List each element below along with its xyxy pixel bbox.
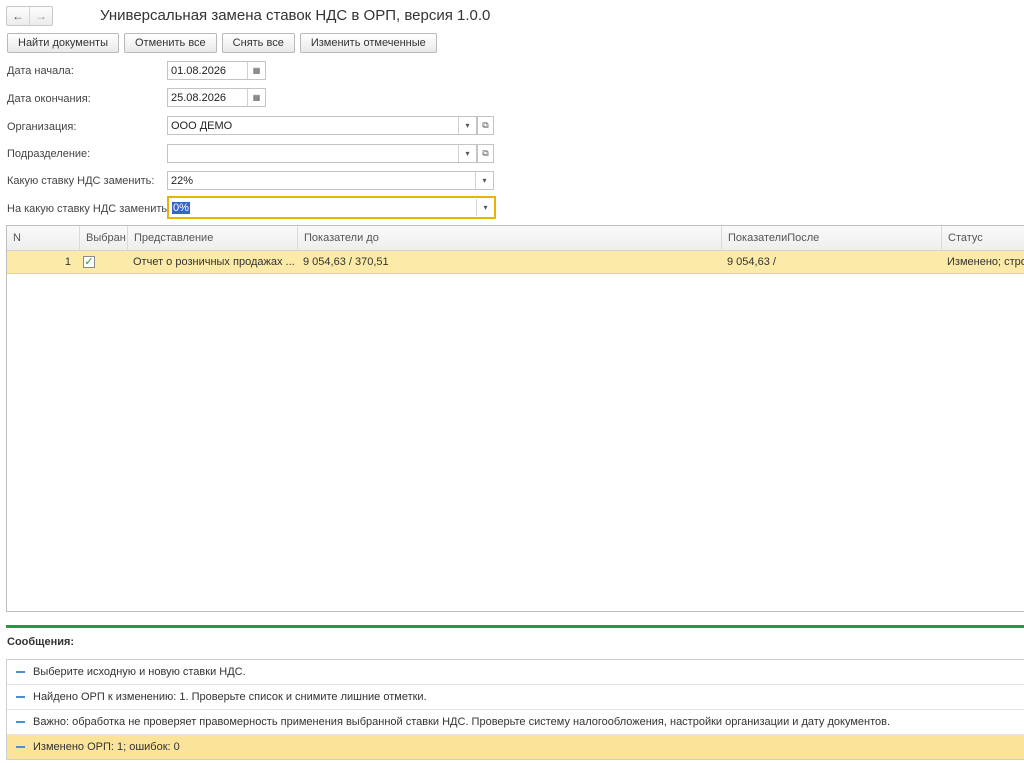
to-rate-select[interactable]: 0% ▾ bbox=[167, 196, 496, 219]
date-end-value: 25.08.2026 bbox=[171, 91, 227, 104]
dash-icon bbox=[16, 696, 25, 698]
dash-icon bbox=[16, 721, 25, 723]
column-header-status[interactable]: Статус bbox=[941, 226, 1024, 250]
from-rate-value: 22% bbox=[171, 174, 194, 187]
message-text: Важно: обработка не проверяет правомерно… bbox=[33, 716, 891, 728]
row-before: 9 054,63 / 370,51 bbox=[303, 256, 389, 268]
organization-label: Организация: bbox=[7, 121, 77, 133]
message-item[interactable]: Выберите исходную и новую ставки НДС. bbox=[7, 660, 1024, 685]
department-label: Подразделение: bbox=[7, 148, 91, 160]
dropdown-icon[interactable]: ▾ bbox=[458, 117, 476, 134]
column-header-selected[interactable]: Выбран bbox=[79, 226, 127, 250]
history-nav: ← → bbox=[6, 6, 53, 26]
date-start-label: Дата начала: bbox=[7, 65, 74, 77]
column-header-n[interactable]: N bbox=[7, 226, 79, 250]
dash-icon bbox=[16, 746, 25, 748]
message-item[interactable]: Найдено ОРП к изменению: 1. Проверьте сп… bbox=[7, 685, 1024, 710]
table-row[interactable]: 1 ✓ Отчет о розничных продажах ... 9 054… bbox=[7, 251, 1024, 274]
cancel-all-button[interactable]: Отменить все bbox=[124, 33, 217, 53]
messages-divider bbox=[6, 625, 1024, 628]
message-item[interactable]: Изменено ОРП: 1; ошибок: 0 bbox=[7, 735, 1024, 759]
table-header: N Выбран Представление Показатели до Пок… bbox=[7, 226, 1024, 251]
row-selected-cell: ✓ bbox=[79, 251, 127, 273]
row-after: 9 054,63 / bbox=[727, 256, 776, 268]
row-number: 1 bbox=[64, 256, 71, 268]
open-department-icon[interactable]: ⧉ bbox=[477, 144, 494, 163]
toolbar: Найти документы Отменить все Снять все И… bbox=[7, 33, 437, 53]
message-item[interactable]: Важно: обработка не проверяет правомерно… bbox=[7, 710, 1024, 735]
dropdown-icon[interactable]: ▾ bbox=[476, 199, 494, 216]
row-status: Изменено; строк bbox=[947, 256, 1024, 268]
checkmark-icon: ✓ bbox=[84, 255, 94, 268]
dash-icon bbox=[16, 671, 25, 673]
selected-checkbox[interactable]: ✓ bbox=[83, 256, 95, 268]
to-rate-value: 0% bbox=[172, 201, 190, 214]
calendar-icon[interactable]: ▦ bbox=[247, 62, 265, 79]
documents-table: N Выбран Представление Показатели до Пок… bbox=[6, 225, 1024, 612]
column-header-after[interactable]: ПоказателиПосле bbox=[721, 226, 941, 250]
messages-list: Выберите исходную и новую ставки НДС. На… bbox=[6, 659, 1024, 760]
date-start-field[interactable]: 01.08.2026 ▦ bbox=[167, 61, 266, 80]
dropdown-icon[interactable]: ▾ bbox=[475, 172, 493, 189]
back-button[interactable]: ← bbox=[7, 7, 29, 25]
column-header-view[interactable]: Представление bbox=[127, 226, 297, 250]
open-organization-icon[interactable]: ⧉ bbox=[477, 116, 494, 135]
from-rate-label: Какую ставку НДС заменить: bbox=[7, 175, 155, 187]
row-view: Отчет о розничных продажах ... bbox=[133, 256, 295, 268]
messages-title: Сообщения: bbox=[7, 636, 75, 648]
message-text: Выберите исходную и новую ставки НДС. bbox=[33, 666, 246, 678]
date-start-value: 01.08.2026 bbox=[171, 64, 227, 77]
column-header-before[interactable]: Показатели до bbox=[297, 226, 721, 250]
date-end-field[interactable]: 25.08.2026 ▦ bbox=[167, 88, 266, 107]
forward-button[interactable]: → bbox=[29, 7, 52, 25]
page-title: Универсальная замена ставок НДС в ОРП, в… bbox=[100, 7, 491, 24]
message-text: Изменено ОРП: 1; ошибок: 0 bbox=[33, 741, 180, 753]
organization-field[interactable]: ООО ДЕМО ▾ bbox=[167, 116, 477, 135]
organization-value: ООО ДЕМО bbox=[171, 119, 233, 132]
find-documents-button[interactable]: Найти документы bbox=[7, 33, 119, 53]
date-end-label: Дата окончания: bbox=[7, 93, 91, 105]
message-text: Найдено ОРП к изменению: 1. Проверьте сп… bbox=[33, 691, 427, 703]
change-checked-button[interactable]: Изменить отмеченные bbox=[299, 33, 437, 53]
to-rate-label: На какую ставку НДС заменить: bbox=[7, 203, 171, 215]
from-rate-select[interactable]: 22% ▾ bbox=[167, 171, 494, 190]
calendar-icon[interactable]: ▦ bbox=[247, 89, 265, 106]
department-field[interactable]: ▾ bbox=[167, 144, 477, 163]
dropdown-icon[interactable]: ▾ bbox=[458, 145, 476, 162]
uncheck-all-button[interactable]: Снять все bbox=[221, 33, 295, 53]
